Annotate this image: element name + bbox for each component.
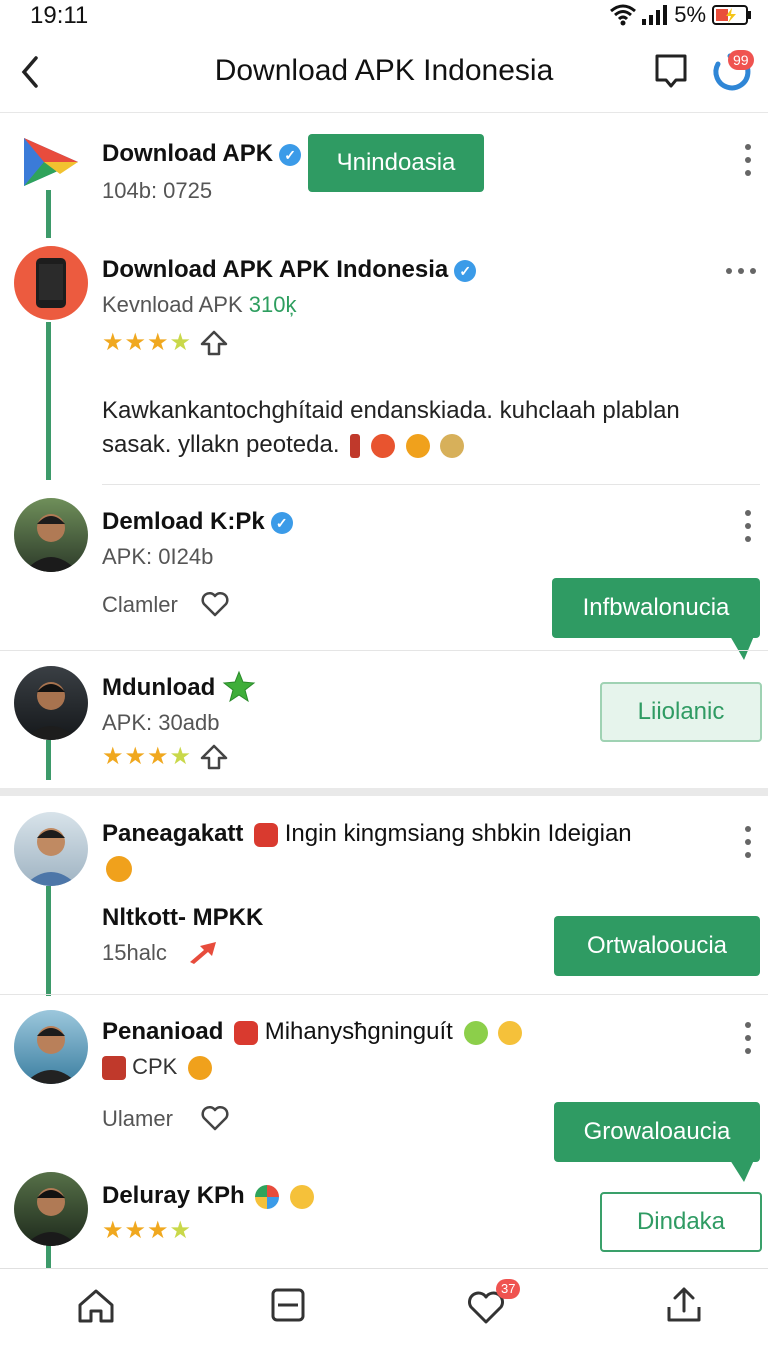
divider <box>102 484 760 485</box>
post-author[interactable]: Demload K:Pk ✓ <box>102 508 293 536</box>
lime-emoji-icon <box>463 1020 488 1045</box>
post-meta: Kevnload APK 310ķ <box>102 292 297 317</box>
section-divider <box>0 788 768 796</box>
post-headline: Mihanysħgninguít <box>264 1018 453 1045</box>
fire-emoji-icon <box>370 433 395 458</box>
orange-emoji-icon <box>405 433 430 458</box>
ball-emoji-icon <box>255 1184 280 1209</box>
battery-icon <box>712 5 751 25</box>
thread-line <box>46 740 51 780</box>
post-author[interactable]: Penanioad Mihanysħgninguít <box>102 1018 523 1046</box>
status-bar: 19:11 5% <box>0 0 768 34</box>
avatar[interactable] <box>14 666 88 740</box>
download-button[interactable]: Growaloaucia <box>554 1102 760 1162</box>
post-author[interactable]: Mdunload <box>102 674 215 702</box>
download-button[interactable]: Liiolanic <box>600 682 762 742</box>
post-author[interactable]: Download APK APK Indonesia ✓ <box>102 256 477 284</box>
post-author[interactable]: Download APK ✓ <box>102 140 302 168</box>
post-meta: 15halc <box>102 940 167 965</box>
more-options-icon[interactable] <box>726 266 756 276</box>
like-label[interactable]: Ulamer <box>102 1106 173 1132</box>
download-button[interactable]: Чnindoasia <box>308 134 484 192</box>
star-badge-icon <box>222 670 256 703</box>
download-button[interactable]: Dindaka <box>600 1192 762 1252</box>
post-author[interactable]: Deluray KPh <box>102 1182 315 1210</box>
rating-stars: ★★★★ <box>102 329 193 356</box>
wifi-icon <box>610 4 637 26</box>
more-options-icon[interactable] <box>742 510 754 542</box>
divider <box>0 650 768 651</box>
post-meta: APK: 30adb <box>102 710 220 735</box>
bottom-navigation: 37 <box>0 1268 768 1345</box>
app-bar: Download APK Indonesia 99 <box>0 34 768 113</box>
smile-emoji-icon <box>498 1020 523 1045</box>
battery-percent: 5% <box>674 2 706 27</box>
thread-line <box>46 886 51 996</box>
status-time: 19:11 <box>30 2 89 29</box>
like-label[interactable]: Clamler <box>102 592 178 618</box>
heart-icon[interactable] <box>200 590 230 618</box>
orange-emoji-icon <box>187 1056 212 1081</box>
post-body: Kawkankantochghítaid endanskiada. kuhcla… <box>102 397 680 458</box>
more-options-icon[interactable] <box>742 144 754 176</box>
divider <box>0 994 768 995</box>
refresh-icon[interactable]: 99 <box>708 48 754 94</box>
feed-icon[interactable] <box>268 1285 308 1325</box>
post-meta: 104b: 0725 <box>102 178 213 203</box>
rating-stars: ★★★★ <box>102 1217 193 1244</box>
post-headline: Ingin kingmsiang shbkin Ideigian <box>284 820 632 847</box>
status-icons: 5% <box>610 2 752 28</box>
app-logo-icon <box>24 138 78 186</box>
message-icon[interactable] <box>652 52 690 90</box>
share-arrow-icon[interactable] <box>200 744 228 770</box>
thread-line <box>46 190 51 238</box>
verified-icon: ✓ <box>270 511 293 534</box>
more-options-icon[interactable] <box>742 826 754 858</box>
avatar[interactable] <box>14 498 88 572</box>
share-arrow-icon[interactable] <box>200 330 228 356</box>
thread-line <box>46 1244 51 1268</box>
bacon-emoji-icon <box>102 1056 126 1081</box>
gift-emoji-icon <box>234 1020 259 1045</box>
app-avatar[interactable] <box>14 246 88 320</box>
post-meta: APK: 0I24b <box>102 544 214 569</box>
heart-icon[interactable] <box>200 1104 230 1132</box>
peanut-emoji-icon <box>440 433 465 458</box>
thread-line <box>46 322 51 480</box>
likes-badge: 37 <box>496 1279 521 1299</box>
download-button[interactable]: Infbwalonucia <box>552 578 760 638</box>
post-subtitle: Nltkott- MPKK <box>102 904 264 931</box>
verified-icon: ✓ <box>454 259 477 282</box>
notification-badge: 99 <box>728 50 754 70</box>
home-icon[interactable] <box>76 1285 116 1325</box>
verified-icon: ✓ <box>279 143 302 166</box>
avatar[interactable] <box>14 812 88 886</box>
bubble-tail <box>730 1160 754 1182</box>
download-button[interactable]: Ortwaloоucia <box>554 916 760 976</box>
gift-emoji-icon <box>254 822 279 847</box>
share-icon[interactable] <box>664 1285 704 1325</box>
avatar[interactable] <box>14 1010 88 1084</box>
sausage-emoji-icon <box>350 433 361 458</box>
avatar[interactable] <box>14 1172 88 1246</box>
more-options-icon[interactable] <box>742 1022 754 1054</box>
signal-icon <box>642 5 668 25</box>
orange-emoji-icon <box>106 856 132 882</box>
trending-arrow-icon <box>190 942 216 964</box>
post-author[interactable]: Paneagakatt Ingin kingmsiang shbkin Idei… <box>102 820 632 848</box>
post-line: CPK <box>102 1054 212 1081</box>
smile-emoji-icon <box>290 1184 315 1209</box>
rating-stars: ★★★★ <box>102 743 193 770</box>
bubble-tail <box>730 636 754 660</box>
